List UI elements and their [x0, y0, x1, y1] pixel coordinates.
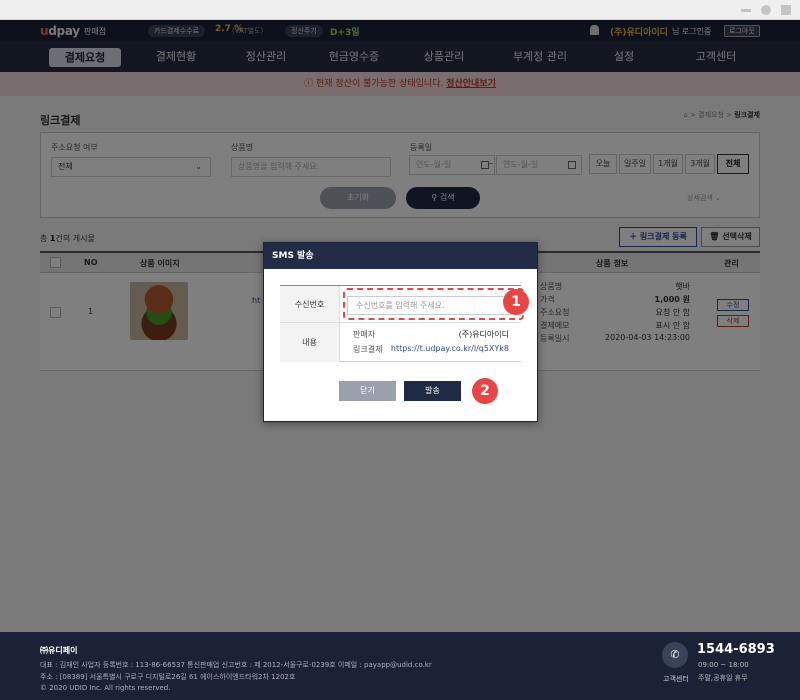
link-label: 링크결제	[353, 345, 383, 354]
footer: ㈜유디페이 대표 : 김재인 사업자 등록번호 : 113-86-66537 통…	[0, 632, 800, 700]
maximize-icon[interactable]	[761, 5, 771, 15]
footer-info: 대표 : 김재인 사업자 등록번호 : 113-86-66537 통신판매업 신…	[40, 661, 432, 669]
step-badge-1: 1	[503, 289, 529, 315]
window-chrome	[0, 0, 800, 20]
modal-close-button[interactable]: 닫기	[339, 381, 396, 401]
phone-input-highlight	[343, 288, 524, 320]
link-value[interactable]: https://t.udpay.co.kr/l/q5XYk8	[391, 344, 509, 353]
footer-copyright: © 2020 UDID Inc. All rights reserved.	[40, 684, 171, 692]
content-label: 내용	[280, 323, 340, 362]
cs-hours: 09:00 ~ 18:00	[698, 661, 749, 669]
modal-send-button[interactable]: 발송	[404, 381, 461, 401]
phone-icon: ✆	[662, 642, 688, 668]
phone-label: 수신번호	[280, 286, 340, 322]
cs-label: 고객센터	[663, 675, 689, 683]
minimize-icon[interactable]	[741, 9, 751, 12]
modal-title: SMS 발송	[264, 243, 537, 269]
close-icon[interactable]	[781, 5, 791, 15]
cs-phone: 1544-6893	[697, 642, 775, 657]
content-row: 내용 판매자 (주)유디아이디 링크결제 https://t.udpay.co.…	[280, 323, 521, 362]
step-badge-2: 2	[472, 378, 498, 404]
footer-company: ㈜유디페이	[40, 646, 78, 655]
seller-label: 판매자	[353, 330, 376, 339]
cs-holiday: 주말,공휴일 휴무	[698, 674, 748, 682]
seller-value: (주)유디아이디	[458, 330, 509, 339]
footer-address: 주소 : [08389] 서울특별시 구로구 디지털로26길 61 에이스하이엔…	[40, 673, 296, 681]
